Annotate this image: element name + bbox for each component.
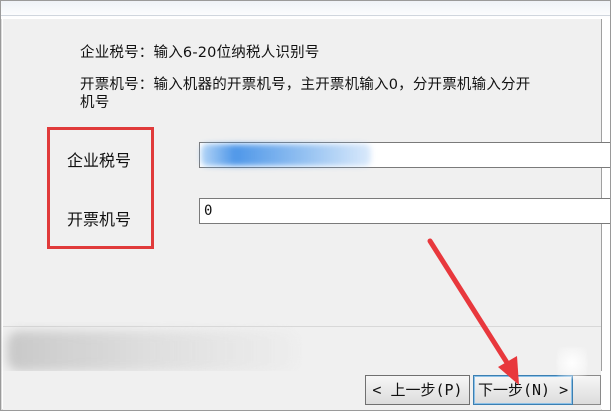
footer-divider: [3, 326, 601, 327]
previous-step-button[interactable]: < 上一步(P): [365, 375, 470, 405]
next-step-button[interactable]: 下一步(N) >: [473, 375, 573, 405]
machine-number-hint-continued: 机号: [80, 95, 110, 111]
machine-number-label: 开票机号: [67, 210, 132, 229]
redacted-tax-number: [201, 144, 371, 166]
machine-number-input[interactable]: [199, 198, 610, 224]
machine-number-hint: 开票机号：输入机器的开票机号，主开票机输入0，分开票机输入分开: [80, 77, 531, 93]
wizard-window: 企业税号：输入6-20位纳税人识别号 开票机号：输入机器的开票机号，主开票机输入…: [0, 0, 611, 411]
tax-number-hint: 企业税号：输入6-20位纳税人识别号: [80, 45, 320, 61]
redacted-footer-area: [7, 331, 297, 371]
label-highlight-box: [47, 127, 154, 249]
tax-number-label: 企业税号: [67, 151, 132, 170]
window-top-divider: [1, 15, 610, 16]
window-top-edge: [1, 1, 610, 19]
watermark-mark: [557, 347, 587, 379]
cancel-button-partial[interactable]: [573, 375, 601, 405]
